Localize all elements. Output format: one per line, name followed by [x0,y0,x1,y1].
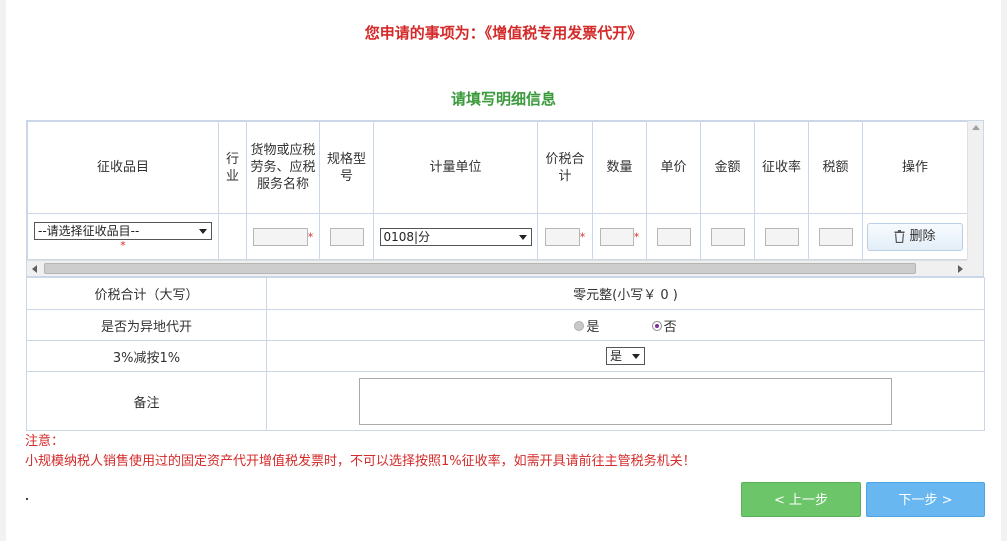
summary-table: 价税合计（大写） 零元整(小写￥ 0 ) 是否为异地代开 是 否 3%减按1% … [26,277,985,431]
col-header-price: 单价 [646,121,701,214]
remote-yes-option[interactable]: 是 [574,320,603,335]
delete-button[interactable]: 删除 [867,222,963,251]
horizontal-scroll-thumb[interactable] [44,263,916,274]
remote-label: 是否为异地代开 [26,309,267,341]
cell-rate [754,213,809,260]
section-subtitle: 请填写明细信息 [450,90,556,108]
col-header-item: 征收品目 [27,121,219,214]
total-value: 零元整(小写￥ 0 ) [266,277,985,310]
cell-total: * [537,213,593,260]
remark-label: 备注 [26,371,267,431]
page-title: 您申请的事项为：《增值税专用发票代开》 [364,24,643,42]
cell-price [646,213,701,260]
remote-no-option[interactable]: 否 [651,319,677,335]
required-mark: * [579,230,586,243]
scroll-up-arrow-icon[interactable] [972,125,980,130]
spec-input[interactable] [329,227,364,246]
chevron-down-icon [518,234,527,240]
required-mark: * [120,238,126,252]
detail-table-container: 征收品目 行业 货物或应税劳务、应税服务名称 规格型号 计量单位 价税合计 数量… [26,120,984,277]
col-header-total: 价税合计 [537,121,593,214]
remote-no-label: 否 [663,319,677,335]
cell-spec [319,213,374,260]
amount-input[interactable] [710,227,745,246]
next-step-button[interactable]: 下一步 > [866,482,985,517]
notice-text: 小规模纳税人销售使用过的固定资产代开增值税发票时，不可以选择按照1%征收率，如需… [25,454,696,469]
remote-options: 是 否 [266,309,985,341]
total-input[interactable] [544,227,580,246]
col-header-tax: 税额 [808,121,863,214]
col-header-action: 操作 [862,121,968,214]
radio-checked-icon[interactable] [651,321,662,331]
prev-step-button[interactable]: < 上一步 [741,482,861,517]
reduction-select[interactable]: 是 [606,347,645,365]
item-select[interactable]: --请选择征收品目-- [34,221,212,240]
required-mark: * [633,230,640,243]
chevron-down-icon [632,354,640,359]
remark-row: 备注 [26,371,985,431]
goods-name-input[interactable] [252,227,308,246]
detail-header-row: 征收品目 行业 货物或应税劳务、应税服务名称 规格型号 计量单位 价税合计 数量… [27,121,968,214]
remark-cell [266,371,985,431]
quantity-input[interactable] [599,227,634,246]
total-label: 价税合计（大写） [26,277,267,310]
unit-select[interactable]: 0108|分 [379,227,532,246]
trash-icon [894,229,905,243]
scrollbar-corner [967,260,983,276]
remark-textarea[interactable] [359,377,892,425]
col-header-amount: 金额 [700,121,755,214]
scroll-left-arrow-icon[interactable] [32,265,37,273]
item-select-value: --请选择征收品目-- [38,223,140,238]
cell-goods-name: * [246,213,320,260]
stray-dot [26,498,28,500]
horizontal-scrollbar[interactable] [27,260,983,276]
cell-industry [218,213,247,260]
remote-row: 是否为异地代开 是 否 [26,309,985,341]
remote-yes-label: 是 [586,319,600,335]
reduction-cell: 是 [266,340,985,372]
tax-input[interactable] [818,227,853,246]
col-header-rate: 征收率 [754,121,809,214]
required-mark: * [307,230,314,243]
rate-input[interactable] [764,227,799,246]
col-header-spec: 规格型号 [319,121,374,214]
reduction-label: 3%减按1% [26,340,267,372]
col-header-unit: 计量单位 [373,121,538,214]
delete-label: 删除 [909,228,936,244]
detail-table: 征收品目 行业 货物或应税劳务、应税服务名称 规格型号 计量单位 价税合计 数量… [27,121,968,260]
scroll-right-arrow-icon[interactable] [958,265,963,273]
cell-quantity: * [592,213,647,260]
reduction-row: 3%减按1% 是 [26,340,985,372]
chevron-down-icon [199,228,207,234]
col-header-goods-name: 货物或应税劳务、应税服务名称 [246,121,320,214]
cell-item: --请选择征收品目-- * [27,213,219,260]
notice-title: 注意： [25,434,65,449]
unit-select-value: 0108|分 [383,229,431,244]
cell-unit: 0108|分 [373,213,538,260]
detail-data-row: --请选择征收品目-- * * 0108|分 * * 删除 [27,213,968,260]
notice: 注意： 小规模纳税人销售使用过的固定资产代开增值税发票时，不可以选择按照1%征收… [25,432,696,472]
cell-amount [700,213,755,260]
reduction-select-value: 是 [610,349,623,363]
cell-tax [808,213,863,260]
price-input[interactable] [656,227,691,246]
col-header-industry: 行业 [218,121,247,214]
cell-action: 删除 [862,213,968,260]
vertical-scrollbar[interactable] [967,121,983,261]
radio-unchecked-icon[interactable] [574,321,585,331]
total-row: 价税合计（大写） 零元整(小写￥ 0 ) [26,277,985,310]
col-header-quantity: 数量 [592,121,647,214]
